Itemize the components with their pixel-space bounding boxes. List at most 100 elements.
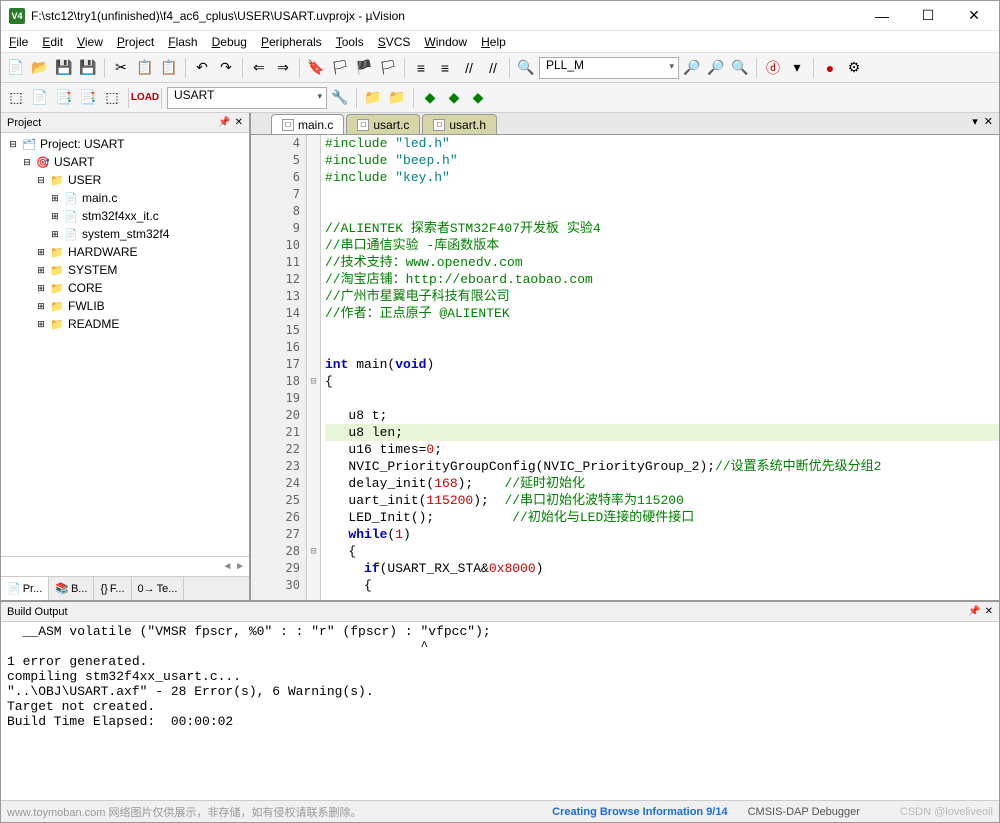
bookmark-prev-icon[interactable]: 🏳 <box>329 57 351 79</box>
line-gutter: 4567891011121314151617181920212223242526… <box>251 135 307 600</box>
editor-tab[interactable]: □usart.c <box>346 114 420 134</box>
pin-icon[interactable]: 📌 <box>968 606 980 617</box>
menu-view[interactable]: View <box>77 35 103 49</box>
new-file-icon[interactable]: 📄 <box>5 57 27 79</box>
menu-svcs[interactable]: SVCS <box>378 35 411 49</box>
statusbar: www.toymoban.com 网络图片仅供展示，非存储，如有侵权请联系删除。… <box>1 800 999 822</box>
tree-item[interactable]: ⊟🗂Project: USART <box>3 135 247 153</box>
open-icon[interactable]: 📂 <box>29 57 51 79</box>
menubar: File Edit View Project Flash Debug Peripherals… <box>1 31 999 53</box>
close-button[interactable]: ✕ <box>951 1 997 31</box>
rebuild-icon[interactable]: 📑 <box>53 87 75 109</box>
tree-item[interactable]: ⊟🎯USART <box>3 153 247 171</box>
project-panel-header: Project 📌 ✕ <box>1 113 249 133</box>
manage-books-icon[interactable]: 📁 <box>386 87 408 109</box>
menu-window[interactable]: Window <box>424 35 467 49</box>
tree-item[interactable]: ⊟📁USER <box>3 171 247 189</box>
project-tree[interactable]: ⊟🗂Project: USART⊟🎯USART⊟📁USER⊞📄main.c⊞📄s… <box>1 133 249 556</box>
save-all-icon[interactable]: 💾 <box>77 57 99 79</box>
editor-tab[interactable]: □usart.h <box>422 114 497 134</box>
uncomment-icon[interactable]: // <box>482 57 504 79</box>
tab-functions[interactable]: {} F... <box>94 577 131 600</box>
editor-tabs: □main.c□usart.c□usart.h ▾ ✕ <box>251 113 999 135</box>
rte2-icon[interactable]: ◆ <box>467 87 489 109</box>
toolbar-main: 📄 📂 💾 💾 ✂ 📋 📋 ↶ ↷ ⇐ ⇒ 🔖 🏳 🏴 🏳 ≡ ≡ // // … <box>1 53 999 83</box>
find-icon[interactable]: 🔍 <box>515 57 537 79</box>
panel-close-icon[interactable]: ✕ <box>235 117 243 128</box>
editor-area: □main.c□usart.c□usart.h ▾ ✕ 456789101112… <box>251 113 999 600</box>
stop-build-icon[interactable]: ⬚ <box>101 87 123 109</box>
save-icon[interactable]: 💾 <box>53 57 75 79</box>
tree-item[interactable]: ⊞📁README <box>3 315 247 333</box>
menu-flash[interactable]: Flash <box>168 35 197 49</box>
redo-icon[interactable]: ↷ <box>215 57 237 79</box>
find-prev-icon[interactable]: 🔎 <box>705 57 727 79</box>
undo-icon[interactable]: ↶ <box>191 57 213 79</box>
build-icon[interactable]: 📄 <box>29 87 51 109</box>
comment-icon[interactable]: // <box>458 57 480 79</box>
bookmark-next-icon[interactable]: 🏴 <box>353 57 375 79</box>
build-output-text[interactable]: __ASM volatile ("VMSR fpscr, %0" : : "r"… <box>1 622 999 800</box>
nav-fwd-icon[interactable]: ⇒ <box>272 57 294 79</box>
target-options-icon[interactable]: 🔧 <box>329 87 351 109</box>
build-output-panel: Build Output 📌 ✕ __ASM volatile ("VMSR f… <box>1 600 999 800</box>
status-progress: Creating Browse Information 9/14 <box>552 806 727 818</box>
menu-debug[interactable]: Debug <box>212 35 247 49</box>
editor-menu-icon[interactable]: ▾ <box>972 115 978 128</box>
watermark: CSDN @loveliveoil <box>900 806 993 818</box>
project-panel-tabs: 📄 Pr... 📚 B... {} F... 0→ Te... <box>1 576 249 600</box>
tree-item[interactable]: ⊞📁HARDWARE <box>3 243 247 261</box>
indent-icon[interactable]: ≡ <box>410 57 432 79</box>
titlebar: V4 F:\stc12\try1(unfinished)\f4_ac6_cplu… <box>1 1 999 31</box>
incremental-find-icon[interactable]: 🔍 <box>729 57 751 79</box>
menu-tools[interactable]: Tools <box>336 35 364 49</box>
breakpoint-icon[interactable]: ▾ <box>786 57 808 79</box>
code-area[interactable]: #include "led.h"#include "beep.h"#includ… <box>321 135 999 600</box>
window-title: F:\stc12\try1(unfinished)\f4_ac6_cplus\U… <box>31 9 859 23</box>
minimize-button[interactable]: ― <box>859 1 905 31</box>
build-output-header: Build Output 📌 ✕ <box>1 602 999 622</box>
tree-item[interactable]: ⊞📄stm32f4xx_it.c <box>3 207 247 225</box>
bookmark-clear-icon[interactable]: 🏳 <box>377 57 399 79</box>
tree-item[interactable]: ⊞📄system_stm32f4 <box>3 225 247 243</box>
record-icon[interactable]: ● <box>819 57 841 79</box>
batch-build-icon[interactable]: 📑 <box>77 87 99 109</box>
editor-close-icon[interactable]: ✕ <box>984 115 993 128</box>
settings-icon[interactable]: ⚙ <box>843 57 865 79</box>
fold-column[interactable]: ⊟⊟ <box>307 135 321 600</box>
cut-icon[interactable]: ✂ <box>110 57 132 79</box>
rte-icon[interactable]: ◆ <box>443 87 465 109</box>
tree-item[interactable]: ⊞📁CORE <box>3 279 247 297</box>
find-next-icon[interactable]: 🔎 <box>681 57 703 79</box>
toolbar-build: ⬚ 📄 📑 📑 ⬚ LOAD USART 🔧 📁 📁 ◆ ◆ ◆ <box>1 83 999 113</box>
app-icon: V4 <box>9 8 25 24</box>
tree-item[interactable]: ⊞📁FWLIB <box>3 297 247 315</box>
find-combo[interactable]: PLL_M <box>539 57 679 79</box>
bookmark-icon[interactable]: 🔖 <box>305 57 327 79</box>
menu-help[interactable]: Help <box>481 35 506 49</box>
tab-books[interactable]: 📚 B... <box>49 577 94 600</box>
target-combo[interactable]: USART <box>167 87 327 109</box>
paste-icon[interactable]: 📋 <box>158 57 180 79</box>
menu-peripherals[interactable]: Peripherals <box>261 35 322 49</box>
tab-project[interactable]: 📄 Pr... <box>1 577 49 600</box>
panel-close-icon[interactable]: ✕ <box>985 606 993 617</box>
debug-icon[interactable]: ⓓ <box>762 57 784 79</box>
download-icon[interactable]: LOAD <box>134 87 156 109</box>
pack-icon[interactable]: ◆ <box>419 87 441 109</box>
editor-tab[interactable]: □main.c <box>271 114 344 134</box>
manage-icon[interactable]: 📁 <box>362 87 384 109</box>
menu-file[interactable]: File <box>9 35 28 49</box>
translate-icon[interactable]: ⬚ <box>5 87 27 109</box>
tree-item[interactable]: ⊞📁SYSTEM <box>3 261 247 279</box>
menu-edit[interactable]: Edit <box>42 35 63 49</box>
menu-project[interactable]: Project <box>117 35 154 49</box>
pin-icon[interactable]: 📌 <box>218 117 230 128</box>
tab-templates[interactable]: 0→ Te... <box>132 577 185 600</box>
copy-icon[interactable]: 📋 <box>134 57 156 79</box>
tree-item[interactable]: ⊞📄main.c <box>3 189 247 207</box>
nav-back-icon[interactable]: ⇐ <box>248 57 270 79</box>
outdent-icon[interactable]: ≡ <box>434 57 456 79</box>
maximize-button[interactable]: ☐ <box>905 1 951 31</box>
editor-body[interactable]: 4567891011121314151617181920212223242526… <box>251 135 999 600</box>
